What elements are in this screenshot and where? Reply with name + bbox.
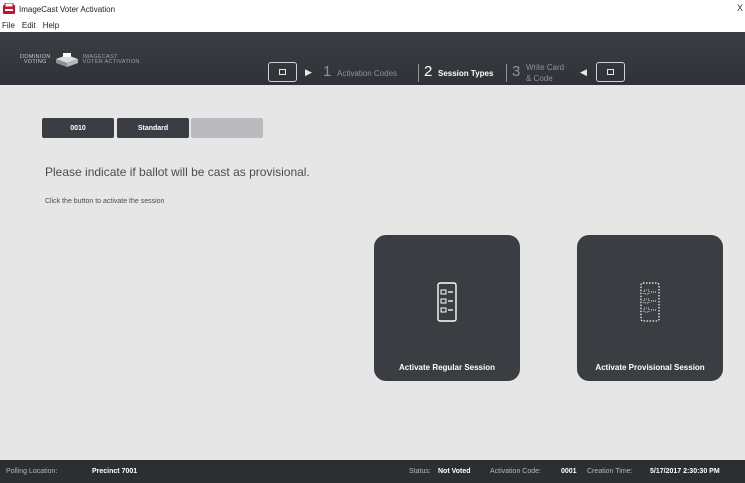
ballot-box-logo-icon <box>55 53 78 67</box>
step-3-label-line1: Write Card <box>526 63 565 72</box>
menu-file[interactable]: File <box>2 21 15 30</box>
step-forward-box[interactable] <box>596 62 625 82</box>
status-label: Status: <box>409 468 431 475</box>
product-logo: DOMINION VOTING IMAGECAST VOTER ACTIVATI… <box>20 53 140 67</box>
app-window: ImageCast Voter Activation X File Edit H… <box>0 0 745 483</box>
empty-tag <box>191 118 263 138</box>
creation-time-value: 5/17/2017 2:30:30 PM <box>650 468 720 475</box>
activate-provisional-session-button[interactable]: Activate Provisional Session <box>577 235 723 381</box>
regular-session-label: Activate Regular Session <box>398 363 496 372</box>
creation-time-label: Creation Time: <box>587 468 633 475</box>
title-bar: ImageCast Voter Activation X <box>0 0 745 18</box>
step-divider <box>506 64 507 82</box>
close-window-button[interactable]: X <box>737 3 743 13</box>
step-3-number: 3 <box>512 63 521 80</box>
logo-brand-line2: VOTING <box>23 59 47 65</box>
activate-regular-session-button[interactable]: Activate Regular Session <box>374 235 520 381</box>
instruction-hint: Click the button to activate the session <box>45 198 165 205</box>
polling-location-label: Polling Location: <box>6 468 58 475</box>
step-2-number: 2 <box>424 63 433 80</box>
arrow-left-icon: ◀ <box>580 67 587 77</box>
ballot-style-tag: Standard <box>117 118 189 138</box>
arrow-right-icon: ▶ <box>305 67 312 77</box>
app-logo-icon <box>3 3 15 14</box>
step-3-label-line2: & Code <box>526 74 553 83</box>
polling-location-value: Precinct 7001 <box>92 468 138 475</box>
step-1-label: Activation Codes <box>337 69 398 78</box>
logo-product-line2: VOTER ACTIVATION <box>82 59 140 65</box>
ballot-list-icon <box>437 282 457 322</box>
window-title: ImageCast Voter Activation <box>19 4 116 14</box>
step-back-box[interactable] <box>268 62 297 82</box>
dominion-wordmark: DOMINION VOTING <box>20 54 51 66</box>
precinct-code-tag: 0010 <box>42 118 114 138</box>
step-divider <box>418 64 419 82</box>
status-value: Not Voted <box>438 468 471 475</box>
status-bar: Polling Location: Precinct 7001 Status: … <box>0 460 745 483</box>
imagecast-wordmark: IMAGECAST VOTER ACTIVATION <box>82 54 140 66</box>
step-2-label: Session Types <box>438 69 494 78</box>
step-1-number: 1 <box>323 63 332 80</box>
activation-code-label: Activation Code: <box>490 468 541 475</box>
menu-help[interactable]: Help <box>43 21 59 30</box>
provisional-session-label: Activate Provisional Session <box>595 363 705 372</box>
provisional-prompt: Please indicate if ballot will be cast a… <box>45 165 310 179</box>
provisional-ballot-icon <box>640 282 660 322</box>
menu-edit[interactable]: Edit <box>22 21 36 30</box>
activation-code-value: 0001 <box>561 468 577 475</box>
menu-bar: File Edit Help <box>0 18 745 32</box>
